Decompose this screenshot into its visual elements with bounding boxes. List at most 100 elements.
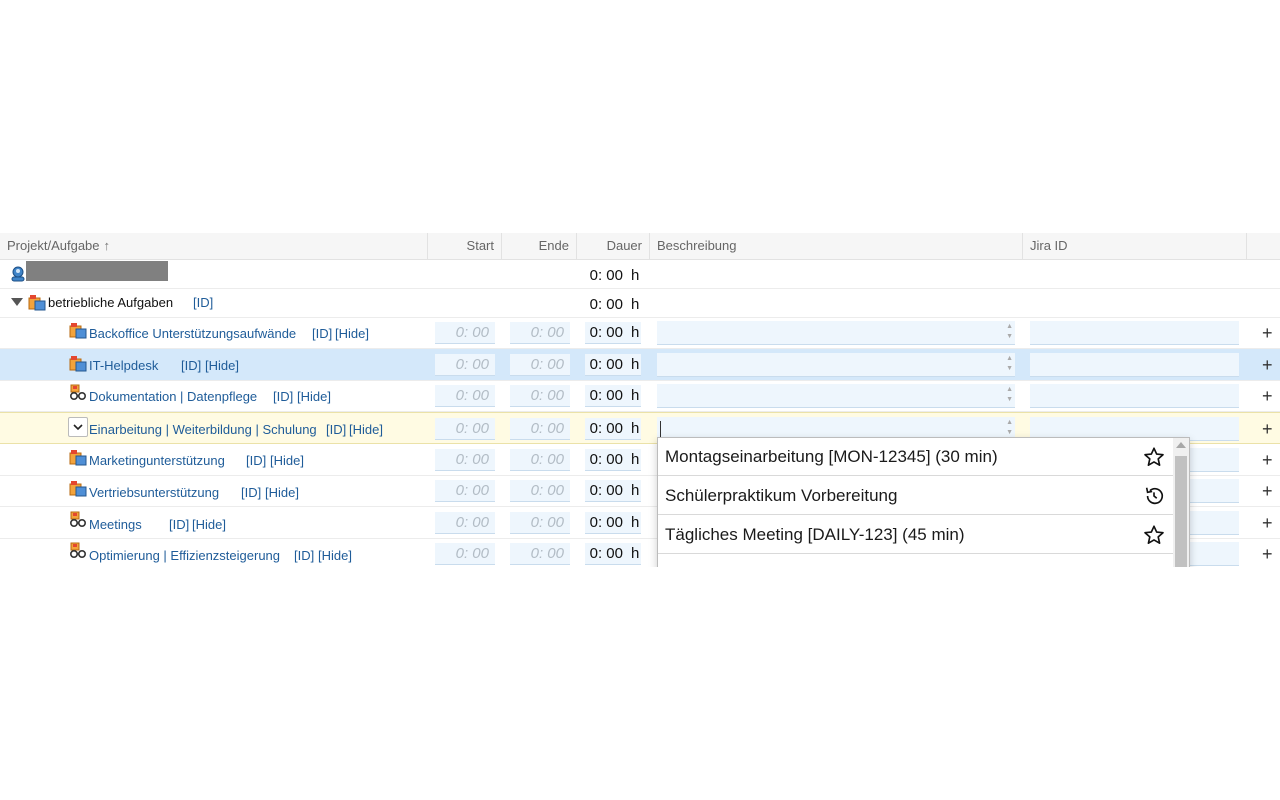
user-summary-row: 0: 00 h: [0, 260, 1280, 289]
user-search-icon: [11, 266, 25, 282]
group-id-link[interactable]: [ID]: [193, 295, 213, 310]
task-hide-link[interactable]: [Hide]: [265, 485, 299, 500]
task-name[interactable]: Optimierung | Effizienzsteigerung: [89, 548, 280, 563]
start-time-input[interactable]: 0: 00: [435, 543, 495, 565]
description-input[interactable]: ▲ ▼: [657, 321, 1015, 345]
spinner-icon[interactable]: ▲ ▼: [1006, 418, 1013, 438]
column-header-duration[interactable]: Dauer: [577, 233, 650, 259]
end-time-input[interactable]: 0: 00: [510, 385, 570, 407]
star-icon[interactable]: [1143, 446, 1165, 468]
start-time-input[interactable]: 0: 00: [435, 385, 495, 407]
duration-unit: h: [631, 387, 640, 404]
glasses-icon: [69, 511, 87, 528]
task-hide-link[interactable]: [Hide]: [205, 358, 239, 373]
task-hide-link[interactable]: [Hide]: [192, 517, 226, 532]
suggestion-item[interactable]: Schülerpraktikum Vorbereitung: [658, 477, 1173, 515]
add-entry-button[interactable]: +: [1262, 512, 1273, 534]
project-icon: [69, 450, 87, 466]
duration-unit: h: [631, 420, 640, 437]
add-entry-button[interactable]: +: [1262, 354, 1273, 376]
star-icon[interactable]: [1143, 524, 1165, 546]
column-header-jira[interactable]: Jira ID: [1023, 233, 1247, 259]
start-time-input[interactable]: 0: 00: [435, 512, 495, 534]
task-id-link[interactable]: [ID]: [312, 326, 332, 341]
start-time-input[interactable]: 0: 00: [435, 354, 495, 376]
spinner-icon[interactable]: ▲ ▼: [1006, 354, 1013, 374]
task-id-link[interactable]: [ID]: [241, 485, 261, 500]
description-input[interactable]: ▲ ▼: [657, 384, 1015, 408]
task-id-link[interactable]: [ID]: [246, 453, 266, 468]
task-name[interactable]: IT-Helpdesk: [89, 358, 158, 373]
redacted-user-name: [26, 261, 168, 281]
add-entry-button[interactable]: +: [1262, 480, 1273, 502]
task-hide-link[interactable]: [Hide]: [318, 548, 352, 563]
add-entry-button[interactable]: +: [1262, 449, 1273, 471]
column-header-task[interactable]: Projekt/Aufgabe ↑: [0, 233, 428, 259]
add-entry-button[interactable]: +: [1262, 385, 1273, 407]
glasses-icon: [69, 384, 87, 401]
task-name[interactable]: Backoffice Unterstützungsaufwände: [89, 326, 296, 341]
end-time-input[interactable]: 0: 00: [510, 543, 570, 565]
suggestion-item[interactable]: Montagseinarbeitung [MON-12345] (30 min): [658, 438, 1173, 476]
task-hide-link[interactable]: [Hide]: [349, 422, 383, 437]
grid-header: Projekt/Aufgabe ↑ Start Ende Dauer Beschr…: [0, 233, 1280, 260]
jira-id-input[interactable]: [1030, 321, 1239, 345]
task-id-link[interactable]: [ID]: [181, 358, 201, 373]
task-name[interactable]: Marketingunterstützung: [89, 453, 225, 468]
task-id-link[interactable]: [ID]: [294, 548, 314, 563]
end-time-input[interactable]: 0: 00: [510, 512, 570, 534]
jira-id-input[interactable]: [1030, 353, 1239, 377]
add-entry-button[interactable]: +: [1262, 322, 1273, 344]
task-name[interactable]: Dokumentation | Datenpflege: [89, 389, 257, 404]
description-input[interactable]: ▲ ▼: [657, 353, 1015, 377]
table-row[interactable]: IT-Helpdesk [ID] [Hide] 0: 00 0: 00 0: 0…: [0, 349, 1280, 381]
task-hide-link[interactable]: [Hide]: [297, 389, 331, 404]
duration-unit: h: [631, 356, 640, 373]
glasses-icon: [69, 542, 87, 559]
end-time-input[interactable]: 0: 00: [510, 354, 570, 376]
column-header-end[interactable]: Ende: [502, 233, 577, 259]
duration-unit: h: [631, 545, 640, 562]
jira-id-input[interactable]: [1030, 384, 1239, 408]
group-duration-unit: h: [631, 296, 640, 313]
project-icon: [69, 323, 87, 339]
group-row: betriebliche Aufgaben [ID] 0: 00 h: [0, 289, 1280, 318]
task-hide-link[interactable]: [Hide]: [270, 453, 304, 468]
task-hide-link[interactable]: [Hide]: [335, 326, 369, 341]
group-name: betriebliche Aufgaben: [48, 295, 174, 310]
end-time-input[interactable]: 0: 00: [510, 480, 570, 502]
task-name[interactable]: Vertriebsunterstützung: [89, 485, 219, 500]
sort-ascending-icon[interactable]: ↑: [104, 233, 111, 259]
spinner-icon[interactable]: ▲ ▼: [1006, 322, 1013, 342]
table-row[interactable]: Dokumentation | Datenpflege [ID] [Hide] …: [0, 381, 1280, 412]
spinner-icon[interactable]: ▲ ▼: [1006, 385, 1013, 405]
column-header-start[interactable]: Start: [428, 233, 502, 259]
add-entry-button[interactable]: +: [1262, 543, 1273, 565]
project-icon: [69, 481, 87, 497]
start-time-input[interactable]: 0: 00: [435, 480, 495, 502]
start-time-input[interactable]: 0: 00: [435, 449, 495, 471]
task-name[interactable]: Einarbeitung | Weiterbildung | Schulung: [89, 422, 317, 437]
collapse-triangle-icon[interactable]: [11, 298, 23, 306]
add-entry-button[interactable]: +: [1262, 418, 1273, 440]
chevron-down-icon[interactable]: [68, 417, 88, 437]
task-id-link[interactable]: [ID]: [273, 389, 293, 404]
project-folder-icon: [28, 295, 46, 311]
end-time-input[interactable]: 0: 00: [510, 418, 570, 440]
duration-unit: h: [631, 482, 640, 499]
column-header-description[interactable]: Beschreibung: [650, 233, 1023, 259]
scrollbar-thumb[interactable]: [1175, 456, 1187, 571]
end-time-input[interactable]: 0: 00: [510, 449, 570, 471]
task-id-link[interactable]: [ID]: [169, 517, 189, 532]
popup-scrollbar[interactable]: [1173, 438, 1189, 576]
suggestion-item[interactable]: Tägliches Meeting [DAILY-123] (45 min): [658, 516, 1173, 554]
table-row[interactable]: Backoffice Unterstützungsaufwände [ID] […: [0, 318, 1280, 349]
duration-unit: h: [631, 451, 640, 468]
start-time-input[interactable]: 0: 00: [435, 418, 495, 440]
history-icon[interactable]: [1143, 485, 1165, 507]
start-time-input[interactable]: 0: 00: [435, 322, 495, 344]
end-time-input[interactable]: 0: 00: [510, 322, 570, 344]
task-name[interactable]: Meetings: [89, 517, 142, 532]
task-id-link[interactable]: [ID]: [326, 422, 346, 437]
scroll-up-icon[interactable]: [1176, 442, 1186, 448]
